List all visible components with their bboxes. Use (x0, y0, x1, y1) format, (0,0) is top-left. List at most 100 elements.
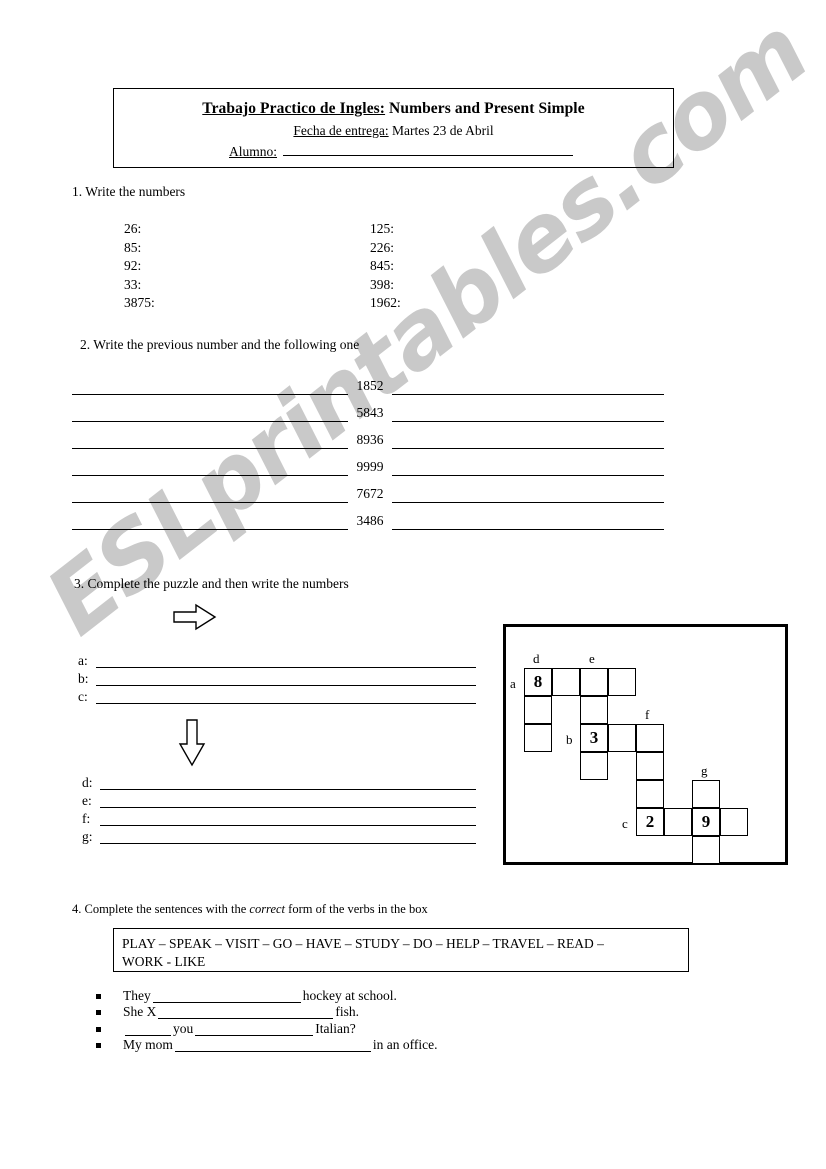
question-2-rows: 1852 5843 8936 9999 7672 3486 (72, 368, 664, 530)
number-item[interactable]: 226: (370, 239, 570, 258)
following-number-input[interactable] (392, 454, 664, 476)
crossword-cell[interactable] (552, 668, 580, 696)
previous-number-input[interactable] (72, 481, 348, 503)
answer-label: a: (78, 653, 88, 668)
crossword-cell[interactable] (692, 780, 720, 808)
crossword-cell[interactable]: 3 (580, 724, 608, 752)
verb-blank-input[interactable] (158, 1005, 334, 1019)
answer-input[interactable] (96, 653, 476, 668)
crossword-cell[interactable] (692, 836, 720, 864)
answer-input[interactable] (96, 671, 476, 686)
answer-input[interactable] (100, 811, 476, 826)
number-item[interactable]: 85: (124, 239, 370, 258)
following-number-input[interactable] (392, 373, 664, 395)
arrow-down-icon (176, 718, 208, 773)
answer-line: c: (78, 686, 476, 704)
number-item[interactable]: 26: (124, 220, 370, 239)
question-2-heading: 2. Write the previous number and the fol… (80, 337, 360, 352)
given-number: 8936 (356, 432, 384, 447)
crossword-grid[interactable]: 83 29 a b c d e f g (506, 627, 785, 864)
number-item[interactable]: 398: (370, 276, 570, 295)
number-pair-row: 85: 226: (124, 239, 570, 258)
number-pair-row: 33: 398: (124, 276, 570, 295)
number-item[interactable]: 845: (370, 257, 570, 276)
number-item[interactable]: 125: (370, 220, 570, 239)
previous-number-input[interactable] (72, 373, 348, 395)
sentence-text-before: They (123, 987, 151, 1003)
answer-input[interactable] (100, 793, 476, 808)
question-1-number-list: 26: 125: 85: 226: 92: 845: 33: 398: 3875… (124, 220, 570, 313)
crossword-panel: 83 29 a b c d e f g (503, 624, 788, 865)
answer-input[interactable] (100, 775, 476, 790)
verb-blank-input[interactable] (125, 1022, 171, 1036)
crossword-cell[interactable] (720, 808, 748, 836)
sentence-text-before: She X (123, 1004, 157, 1019)
number-item[interactable]: 33: (124, 276, 370, 295)
question-3-heading: 3. Complete the puzzle and then write th… (74, 576, 349, 591)
question-3-answers-abc: a: b: c: (78, 650, 476, 704)
crossword-cell[interactable] (524, 724, 552, 752)
worksheet-header-box: Trabajo Practico de Ingles: Numbers and … (113, 88, 674, 168)
following-number-input[interactable] (392, 400, 664, 422)
previous-following-row: 9999 (72, 449, 664, 476)
sentence-row: She X fish. (96, 1003, 438, 1019)
given-number: 5843 (356, 405, 384, 420)
crossword-cell[interactable] (580, 668, 608, 696)
page-title: Trabajo Practico de Ingles: Numbers and … (114, 100, 673, 118)
following-number-input[interactable] (392, 427, 664, 449)
verb-blank-input[interactable] (152, 989, 301, 1003)
previous-number-input[interactable] (72, 427, 348, 449)
given-number: 3486 (356, 513, 384, 528)
crossword-cell[interactable] (636, 752, 664, 780)
following-number-input[interactable] (392, 481, 664, 503)
crossword-cell[interactable]: 2 (636, 808, 664, 836)
crossword-cell[interactable] (580, 696, 608, 724)
question-4-heading-emphasis: correct (249, 902, 286, 916)
answer-line: e: (82, 790, 476, 808)
crossword-cell[interactable] (664, 808, 692, 836)
crossword-cell[interactable] (636, 780, 664, 808)
crossword-cell[interactable] (636, 724, 664, 752)
number-pair-row: 92: 845: (124, 257, 570, 276)
previous-number-input[interactable] (72, 508, 348, 530)
answer-input[interactable] (96, 689, 476, 704)
answer-label: g: (82, 829, 93, 844)
verb-blank-input[interactable] (195, 1022, 314, 1036)
previous-following-row: 5843 (72, 395, 664, 422)
sentence-text-after: fish. (335, 1004, 359, 1019)
crossword-cell[interactable]: 9 (692, 808, 720, 836)
due-date-label: Fecha de entrega: (293, 123, 389, 138)
number-pair-row: 3875: 1962: (124, 294, 570, 313)
sentence-text-after: in an office. (372, 1037, 438, 1052)
number-item[interactable]: 1962: (370, 294, 570, 313)
bullet-icon (96, 1026, 101, 1032)
answer-input[interactable] (100, 829, 476, 844)
answer-label: b: (78, 671, 89, 686)
following-number-input[interactable] (392, 508, 664, 530)
verb-blank-input[interactable] (174, 1038, 371, 1052)
sentence-text-middle: you (173, 1020, 194, 1036)
previous-number-input[interactable] (72, 400, 348, 422)
answer-line: b: (78, 668, 476, 686)
answer-line: a: (78, 650, 476, 668)
bullet-icon (96, 1043, 101, 1048)
given-number: 7672 (356, 486, 384, 501)
crossword-cell[interactable] (524, 696, 552, 724)
sentence-row: you Italian? (96, 1019, 438, 1036)
number-item[interactable]: 92: (124, 257, 370, 276)
crossword-clue-label: b (566, 732, 573, 747)
verb-bank-line-2: WORK - LIKE (122, 954, 206, 969)
previous-number-input[interactable] (72, 454, 348, 476)
answer-line: f: (82, 808, 476, 826)
sentence-row: My mom in an office. (96, 1036, 438, 1052)
student-name-input[interactable] (283, 143, 574, 156)
crossword-cell[interactable] (608, 668, 636, 696)
crossword-cell[interactable]: 8 (524, 668, 552, 696)
crossword-cell[interactable] (580, 752, 608, 780)
crossword-cell[interactable] (608, 724, 636, 752)
number-item[interactable]: 3875: (124, 294, 370, 313)
answer-line: g: (82, 826, 476, 844)
answer-label: c: (78, 689, 88, 704)
crossword-clue-label: e (589, 651, 595, 666)
question-3-answers-defg: d: e: f: g: (82, 772, 476, 844)
